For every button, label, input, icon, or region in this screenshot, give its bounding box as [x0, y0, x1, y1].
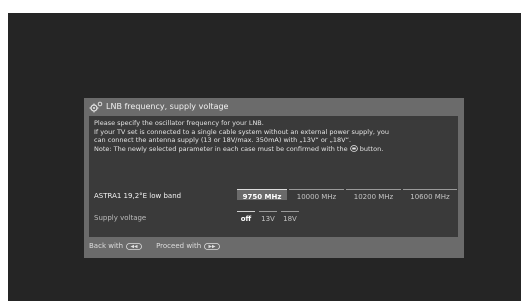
dialog-footer: Back with Proceed with: [89, 242, 234, 250]
dialog-content: Please specify the oscillator frequency …: [89, 116, 458, 237]
back-label: Back with: [89, 242, 124, 250]
supply-option-13v[interactable]: 13V: [259, 211, 277, 223]
supply-option-off[interactable]: off: [237, 211, 255, 223]
lnb-option-10200[interactable]: 10200 MHz: [346, 189, 401, 201]
gear-icon: [89, 101, 103, 112]
supply-option-18v[interactable]: 18V: [281, 211, 299, 223]
dialog-title: LNB frequency, supply voltage: [106, 102, 229, 111]
lnb-option-9750[interactable]: 9750 MHz: [237, 189, 287, 201]
lnb-dialog: LNB frequency, supply voltage Please spe…: [84, 98, 464, 258]
lnb-option-10000[interactable]: 10000 MHz: [289, 189, 344, 201]
note-line: Note: The newly selected parameter in ea…: [94, 145, 456, 154]
note-text: Note: The newly selected parameter in ea…: [94, 144, 348, 153]
supply-voltage-label: Supply voltage: [94, 214, 147, 222]
note-text-end: button.: [359, 144, 384, 153]
tv-screen: LNB frequency, supply voltage Please spe…: [8, 13, 521, 301]
info-line: If your TV set is connected to a single …: [94, 127, 389, 136]
fast-forward-key-icon[interactable]: [204, 242, 221, 250]
lnb-option-10600[interactable]: 10600 MHz: [403, 189, 457, 201]
ok-button-icon: [349, 144, 358, 152]
dialog-title-bar: LNB frequency, supply voltage: [84, 98, 464, 115]
lnb-band-label: ASTRA1 19,2°E low band: [94, 192, 182, 200]
info-text: Please specify the oscillator frequency …: [94, 119, 456, 153]
rewind-key-icon[interactable]: [126, 242, 142, 250]
info-line: can connect the antenna supply (13 or 18…: [94, 136, 352, 144]
proceed-label: Proceed with: [156, 242, 202, 250]
info-line: Please specify the oscillator frequency …: [94, 119, 264, 127]
